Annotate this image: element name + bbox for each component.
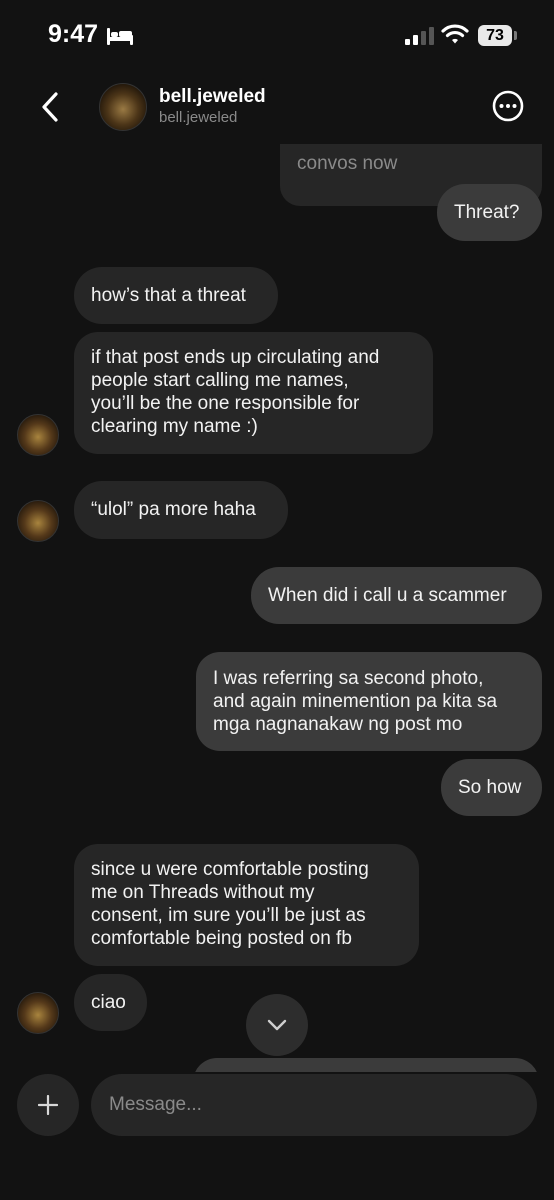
message-bubble-outgoing[interactable]: I was referring sa second photo, and aga… <box>196 652 542 751</box>
message-bubble-incoming[interactable]: “ulol” pa more haha <box>74 481 288 539</box>
status-time: 9:47 <box>48 20 99 48</box>
cellular-signal-icon <box>405 27 434 45</box>
message-composer <box>0 1072 554 1200</box>
message-bubble-incoming[interactable]: if that post ends up circulating and peo… <box>74 332 433 454</box>
wifi-icon <box>441 24 469 44</box>
bed-icon <box>107 28 133 45</box>
scroll-to-bottom-button[interactable] <box>246 994 308 1056</box>
message-text: “ulol” pa more haha <box>91 499 256 520</box>
message-thread[interactable]: convos now Threat? how’s that a threat i… <box>0 144 554 1072</box>
message-text-line: mga nagnanakaw ng post mo <box>213 714 463 735</box>
add-attachment-button[interactable] <box>17 1074 79 1136</box>
chevron-down-icon <box>267 1019 287 1031</box>
message-text: So how <box>458 777 522 798</box>
contact-avatar[interactable] <box>99 83 147 131</box>
sender-avatar[interactable] <box>17 414 59 456</box>
battery-tip <box>514 31 517 40</box>
message-text-line: clearing my name :) <box>91 416 258 437</box>
message-text-line: if that post ends up circulating and <box>91 347 380 368</box>
message-bubble-outgoing-partial[interactable] <box>193 1058 539 1072</box>
message-text-line: consent, im sure you’ll be just as <box>91 905 366 926</box>
message-text-line: me on Threads without my <box>91 882 315 903</box>
message-text-line: you’ll be the one responsible for <box>91 393 360 414</box>
message-text: convos now <box>297 153 398 174</box>
message-bubble-outgoing[interactable]: Threat? <box>437 184 542 241</box>
conversation-header: bell.jeweled bell.jeweled <box>0 72 554 144</box>
status-bar: 9:47 73 <box>0 0 554 72</box>
message-bubble-incoming[interactable]: how’s that a threat <box>74 267 278 324</box>
message-text-line: I was referring sa second photo, <box>213 668 484 689</box>
message-bubble-outgoing[interactable]: So how <box>441 759 542 816</box>
message-bubble-incoming[interactable]: ciao <box>74 974 147 1031</box>
message-bubble-incoming[interactable]: since u were comfortable posting me on T… <box>74 844 419 966</box>
message-text: When did i call u a scammer <box>268 585 507 606</box>
message-text: ciao <box>91 992 126 1013</box>
message-bubble-outgoing[interactable]: When did i call u a scammer <box>251 567 542 624</box>
plus-icon <box>38 1095 58 1115</box>
contact-username: bell.jeweled <box>159 109 238 126</box>
message-text: how’s that a threat <box>91 285 246 306</box>
message-input[interactable] <box>91 1074 537 1136</box>
contact-name[interactable]: bell.jeweled <box>159 86 266 108</box>
sender-avatar[interactable] <box>17 500 59 542</box>
message-text: Threat? <box>454 202 520 223</box>
message-text-line: comfortable being posted on fb <box>91 928 352 949</box>
sender-avatar[interactable] <box>17 992 59 1034</box>
message-text-line: and again minemention pa kita sa <box>213 691 498 712</box>
message-text-line: people start calling me names, <box>91 370 349 391</box>
battery-indicator: 73 <box>478 25 512 46</box>
more-horizontal-circle-icon[interactable] <box>492 90 524 122</box>
message-text-line: since u were comfortable posting <box>91 859 369 880</box>
chevron-left-icon[interactable] <box>36 90 66 124</box>
